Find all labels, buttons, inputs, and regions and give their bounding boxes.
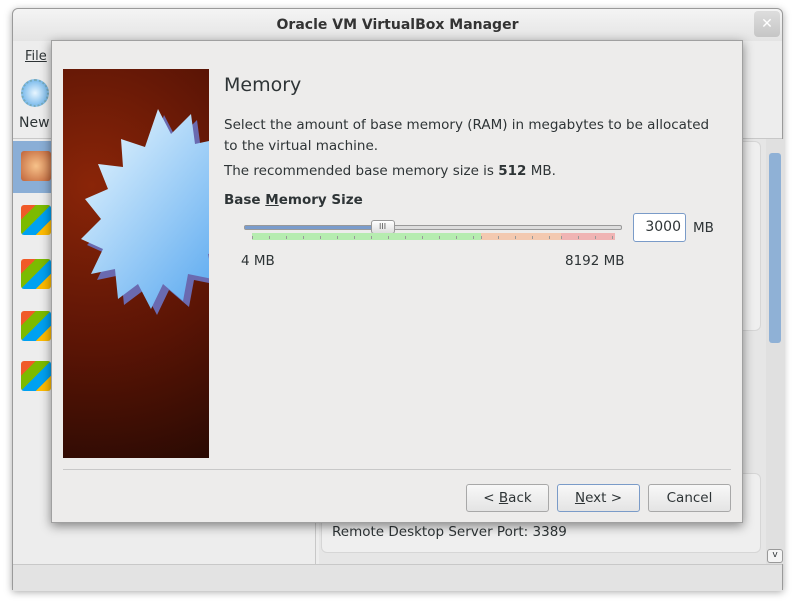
title-bar: Oracle VM VirtualBox Manager bbox=[13, 9, 782, 41]
slider-fill bbox=[245, 226, 383, 229]
max-label: 8192 MB bbox=[565, 253, 625, 269]
scrollbar[interactable]: v bbox=[766, 139, 784, 564]
status-bar bbox=[13, 564, 782, 591]
btn-mnemonic: N bbox=[574, 490, 586, 506]
recommended-value: 512 bbox=[498, 163, 527, 179]
starburst-icon bbox=[81, 109, 209, 315]
menu-file-label: File bbox=[25, 49, 47, 64]
back-button[interactable]: < Back bbox=[466, 484, 549, 512]
btn-text: ext > bbox=[585, 490, 623, 506]
menu-file[interactable]: File bbox=[25, 49, 47, 64]
new-vm-icon[interactable] bbox=[21, 79, 49, 107]
close-icon[interactable]: ✕ bbox=[754, 11, 780, 37]
safe-zone bbox=[252, 233, 481, 240]
scroll-down-icon[interactable]: v bbox=[767, 549, 783, 563]
recommended-text: The recommended base memory size is 512 … bbox=[224, 163, 556, 179]
vm-list-item[interactable] bbox=[21, 361, 51, 391]
page-title: Memory bbox=[224, 74, 302, 96]
separator bbox=[63, 469, 731, 470]
new-button[interactable]: New bbox=[19, 115, 50, 131]
recommended-prefix: The recommended base memory size is bbox=[224, 163, 499, 179]
remote-desktop-port: Remote Desktop Server Port: 3389 bbox=[332, 524, 567, 540]
vm-list-item[interactable] bbox=[21, 311, 51, 341]
new-vm-wizard-dialog: Memory Select the amount of base memory … bbox=[51, 40, 743, 523]
min-label: 4 MB bbox=[241, 253, 275, 269]
label-part: Base bbox=[224, 192, 266, 208]
vm-list-item[interactable] bbox=[21, 205, 51, 235]
cancel-button[interactable]: Cancel bbox=[648, 484, 731, 512]
next-button[interactable]: Next > bbox=[557, 484, 640, 512]
warning-zone bbox=[480, 233, 561, 240]
btn-text: < bbox=[483, 490, 499, 506]
label-part: emory Size bbox=[278, 192, 363, 208]
vm-list-item[interactable] bbox=[21, 259, 51, 289]
base-memory-label: Base Memory Size bbox=[224, 192, 363, 208]
btn-mnemonic: B bbox=[498, 490, 509, 506]
danger-zone bbox=[560, 233, 615, 240]
wizard-banner-image bbox=[63, 69, 209, 458]
scrollbar-thumb[interactable] bbox=[769, 153, 781, 343]
slider-handle[interactable]: III bbox=[370, 220, 395, 234]
slider-ticks bbox=[252, 233, 615, 240]
memory-size-input[interactable]: 3000 bbox=[633, 213, 686, 242]
btn-text: ack bbox=[508, 490, 532, 506]
memory-slider[interactable]: III bbox=[244, 220, 622, 234]
vm-os-icon bbox=[21, 151, 51, 181]
description: Select the amount of base memory (RAM) i… bbox=[224, 117, 710, 154]
unit-label: MB bbox=[693, 220, 714, 236]
recommended-suffix: MB. bbox=[526, 163, 556, 179]
label-mnemonic: M bbox=[265, 192, 279, 208]
